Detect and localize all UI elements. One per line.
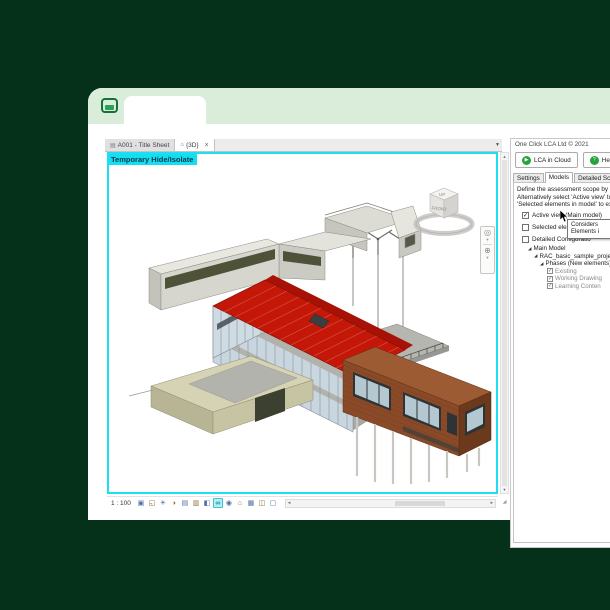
tree-item-working-drawing[interactable]: ✓ Working Drawing	[514, 275, 610, 283]
sheet-icon: ▤	[110, 142, 116, 149]
navigation-bar: ◎ ▼ ⊕ ▼	[480, 226, 495, 274]
lca-in-cloud-label: LCA in Cloud	[534, 156, 571, 164]
tree-item-rac-sample[interactable]: ◢ RAC_basic_sample_proje	[514, 253, 610, 261]
one-click-lca-panel: One Click LCA Ltd © 2021 ▶ LCA in Cloud …	[510, 138, 610, 548]
description-line: Alternatively select 'Active view' to ex…	[517, 193, 610, 201]
scroll-down-icon[interactable]: ▼	[503, 487, 507, 492]
models-tab-page: Define the assessment scope by selectin …	[513, 182, 610, 543]
chevron-down-icon[interactable]: ▼	[486, 238, 490, 242]
view-control-bar: 1 : 100 ▣ ◱ ☀ ◑ ▤ ▥ ◧ ∞ ◉ ⌂ ▦ ◫ ▢ ◂ ▸	[107, 496, 498, 509]
temporary-hide-isolate-icon[interactable]: ∞	[212, 498, 223, 508]
crop-view-icon[interactable]: ▣	[136, 498, 146, 508]
window-title-bar	[88, 88, 610, 124]
panel-title: One Click LCA Ltd © 2021	[515, 141, 589, 148]
resize-grip-icon[interactable]: ◢	[500, 496, 509, 509]
view-3d-icon: ⌂	[180, 142, 184, 148]
tree-item-phases[interactable]: ◢ Phases (New elements)	[514, 260, 610, 268]
browser-tab[interactable]	[124, 96, 206, 124]
scroll-left-icon[interactable]: ◂	[286, 500, 293, 506]
app-body: ▤ A001 - Title Sheet ⌂ {3D} × ▼ Temporar…	[88, 124, 610, 548]
reveal-hidden-icon[interactable]: ◉	[224, 498, 234, 508]
checkbox-icon[interactable]: ✓	[547, 268, 553, 275]
view-tab-title-sheet[interactable]: ▤ A001 - Title Sheet	[105, 139, 176, 151]
view-tab-3d[interactable]: ⌂ {3D} ×	[175, 139, 215, 151]
show-hidden-icon[interactable]: ◧	[202, 498, 212, 508]
temporary-view-properties-icon[interactable]: ⌂	[235, 498, 245, 508]
tree-label: Main Model	[533, 245, 566, 253]
worksharing-icon[interactable]: ▢	[268, 498, 278, 508]
app-window: ▤ A001 - Title Sheet ⌂ {3D} × ▼ Temporar…	[88, 88, 610, 548]
question-icon: ?	[589, 155, 599, 165]
view-tab-label: {3D}	[185, 141, 199, 149]
tree-label: Existing	[555, 267, 577, 275]
checkbox-icon[interactable]: ✓	[547, 283, 553, 290]
constraints-icon[interactable]: ◫	[257, 498, 267, 508]
vertical-scrollbar[interactable]: ▲ ▼	[500, 152, 509, 494]
analytical-model-icon[interactable]: ▦	[246, 498, 256, 508]
scroll-up-icon[interactable]: ▲	[503, 154, 507, 159]
tab-overflow-chevron-icon[interactable]: ▼	[495, 139, 502, 151]
horizontal-scrollbar[interactable]: ◂ ▸	[284, 498, 496, 508]
temporary-hide-isolate-banner: Temporary Hide/Isolate	[109, 154, 198, 165]
model-tree: ◢ Main Model ◢ RAC_basic_sample_proje ◢ …	[514, 245, 610, 290]
view-tab-label: A001 - Title Sheet	[117, 141, 170, 149]
view-scale-button[interactable]: 1 : 100	[109, 500, 135, 507]
help-button[interactable]: ? Help	[582, 152, 610, 168]
play-icon: ▶	[522, 155, 531, 165]
steering-wheel-icon[interactable]: ◎	[484, 229, 491, 237]
scrollbar-thumb[interactable]	[394, 500, 445, 506]
detail-level-icon[interactable]: ▥	[191, 498, 201, 508]
tooltip-line: Elements i	[571, 229, 600, 235]
checkbox-icon[interactable]: ✓	[522, 212, 529, 219]
zoom-icon[interactable]: ⊕	[484, 247, 491, 255]
close-icon[interactable]: ×	[205, 142, 209, 149]
crop-region-visibility-icon[interactable]: ◱	[147, 498, 157, 508]
scrollbar-thumb[interactable]	[502, 160, 507, 486]
tree-label: Phases (New elements)	[545, 260, 610, 268]
panel-buttons: ▶ LCA in Cloud ? Help	[515, 152, 610, 168]
shadows-icon[interactable]: ◑	[169, 498, 179, 508]
tree-item-existing[interactable]: ✓ Existing	[514, 268, 610, 276]
tooltip: Considers Elements i	[567, 219, 610, 239]
chevron-down-icon[interactable]: ▼	[486, 256, 490, 260]
view-tab-bar: ▤ A001 - Title Sheet ⌂ {3D} × ▼	[105, 139, 502, 152]
description-line: 'Selected elements in model' to export a	[517, 201, 610, 209]
tree-item-learning-content[interactable]: ✓ Learning Conten	[514, 283, 610, 291]
tree-label: Working Drawing	[555, 275, 602, 283]
scope-description: Define the assessment scope by selectin …	[514, 183, 610, 209]
scroll-right-icon[interactable]: ▸	[488, 500, 495, 506]
drawing-area[interactable]: Temporary Hide/Isolate UP FRONT ◎ ▼ ⊕ ▼	[107, 152, 498, 494]
sun-path-icon[interactable]: ☀	[158, 498, 168, 508]
help-label: Help	[601, 156, 610, 164]
tooltip-line: Considers	[571, 222, 599, 228]
display-icon	[101, 98, 118, 113]
tree-label: RAC_basic_sample_proje	[539, 252, 610, 260]
expander-icon[interactable]: ◢	[534, 253, 537, 259]
viewcube-up-label: UP	[439, 192, 445, 197]
viewcube[interactable]: UP FRONT	[398, 182, 490, 240]
checkbox-icon[interactable]	[522, 236, 529, 243]
checkbox-icon[interactable]	[522, 224, 529, 231]
description-line: Define the assessment scope by selectin	[517, 186, 610, 193]
visual-style-icon[interactable]: ▤	[180, 498, 190, 508]
expander-icon[interactable]: ◢	[528, 246, 531, 252]
tree-item-main-model[interactable]: ◢ Main Model	[514, 245, 610, 253]
lca-in-cloud-button[interactable]: ▶ LCA in Cloud	[515, 152, 578, 168]
expander-icon[interactable]: ◢	[540, 261, 543, 267]
tab-models[interactable]: Models	[544, 172, 574, 183]
tree-label: Learning Conten	[555, 282, 601, 290]
checkbox-icon[interactable]: ✓	[547, 275, 553, 282]
mouse-cursor	[560, 210, 569, 223]
